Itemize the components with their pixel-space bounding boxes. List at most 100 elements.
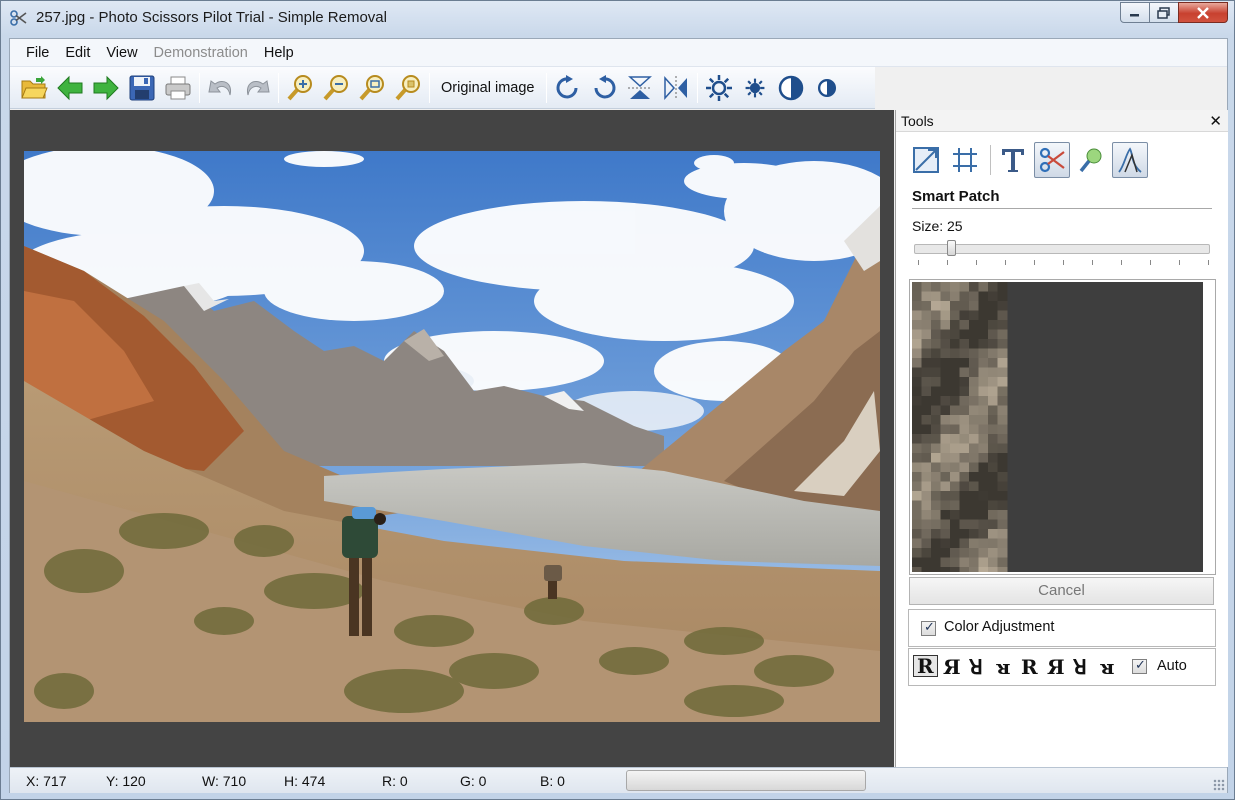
status-y: Y: 120 bbox=[106, 773, 146, 789]
status-bar: X: 717 Y: 120 W: 710 H: 474 R: 0 G: 0 B:… bbox=[10, 767, 1227, 793]
orientation-option-4[interactable]: ᴚ bbox=[995, 657, 1011, 677]
slider-tick bbox=[976, 260, 977, 265]
section-divider bbox=[912, 208, 1212, 209]
orientation-option-5[interactable]: R bbox=[1021, 657, 1038, 677]
toolbar-separator bbox=[429, 72, 430, 103]
status-x: X: 717 bbox=[26, 773, 67, 789]
menu-view[interactable]: View bbox=[98, 41, 145, 65]
orientation-option-8[interactable]: ᴚ bbox=[1099, 657, 1115, 677]
main-toolbar: Original image bbox=[10, 67, 875, 109]
status-height: H: 474 bbox=[284, 773, 326, 789]
auto-checkbox[interactable] bbox=[1132, 657, 1147, 674]
close-button[interactable] bbox=[1178, 2, 1228, 23]
flip-vertical-button[interactable] bbox=[622, 70, 658, 106]
orientation-option-7[interactable]: ꓤ bbox=[1073, 657, 1087, 677]
scissors-icon bbox=[1039, 147, 1065, 173]
menu-edit[interactable]: Edit bbox=[57, 41, 98, 65]
redo-icon bbox=[246, 79, 270, 95]
back-arrow-icon bbox=[57, 75, 83, 100]
client-area: File Edit View Demonstration Help Origin… bbox=[9, 38, 1228, 793]
back-button[interactable] bbox=[52, 70, 88, 106]
resize-tool-button[interactable] bbox=[908, 142, 944, 178]
edited-photo[interactable] bbox=[24, 151, 880, 722]
tools-panel: Tools ✕ Smart Patch Size: 25 Cancel ✓ Co… bbox=[895, 110, 1228, 767]
zoom-in-button[interactable] bbox=[282, 70, 318, 106]
zoom-actual-button[interactable] bbox=[390, 70, 426, 106]
tools-panel-title: Tools bbox=[901, 113, 934, 129]
smart-patch-tool-button[interactable] bbox=[1112, 142, 1148, 178]
minimize-button[interactable] bbox=[1120, 2, 1150, 23]
magic-wand-icon bbox=[1079, 148, 1102, 173]
maximize-icon bbox=[1157, 6, 1170, 19]
color-adjustment-checkbox[interactable] bbox=[921, 619, 936, 636]
save-icon bbox=[129, 75, 155, 100]
original-image-button[interactable]: Original image bbox=[433, 80, 543, 96]
scissors-tool-button[interactable] bbox=[1034, 142, 1070, 178]
zoom-in-icon bbox=[287, 74, 312, 100]
brightness-up-button[interactable] bbox=[701, 70, 737, 106]
resize-grip[interactable] bbox=[1213, 779, 1225, 791]
redo-button[interactable] bbox=[239, 70, 275, 106]
status-red: R: 0 bbox=[382, 773, 408, 789]
flip-horizontal-button[interactable] bbox=[658, 70, 694, 106]
zoom-out-button[interactable] bbox=[318, 70, 354, 106]
print-icon bbox=[165, 76, 191, 99]
print-button[interactable] bbox=[160, 70, 196, 106]
status-width: W: 710 bbox=[202, 773, 247, 789]
slider-tick bbox=[1034, 260, 1035, 265]
tools-panel-close-button[interactable]: ✕ bbox=[1209, 112, 1222, 130]
slider-tick bbox=[1208, 260, 1209, 265]
slider-tick bbox=[918, 260, 919, 265]
auto-label: Auto bbox=[1157, 658, 1187, 674]
size-slider-ticks bbox=[918, 260, 1209, 266]
size-slider-track[interactable] bbox=[914, 244, 1210, 254]
undo-icon bbox=[208, 79, 232, 95]
menu-help[interactable]: Help bbox=[256, 41, 302, 65]
undo-button[interactable] bbox=[203, 70, 239, 106]
open-folder-icon bbox=[21, 75, 48, 98]
rotate-counterclockwise-button[interactable] bbox=[586, 70, 622, 106]
contrast-down-button[interactable] bbox=[809, 70, 845, 106]
flip-horizontal-icon bbox=[663, 75, 687, 100]
cancel-button[interactable]: Cancel bbox=[909, 577, 1214, 605]
color-adjustment-group: Color Adjustment bbox=[908, 609, 1216, 647]
text-tool-button[interactable] bbox=[995, 142, 1031, 178]
rotate-clockwise-button[interactable] bbox=[550, 70, 586, 106]
menu-demonstration[interactable]: Demonstration bbox=[146, 41, 256, 65]
zoom-fit-button[interactable] bbox=[354, 70, 390, 106]
brightness-down-button[interactable] bbox=[737, 70, 773, 106]
size-label: Size: 25 bbox=[912, 218, 963, 234]
slider-tick bbox=[1150, 260, 1151, 265]
maximize-button[interactable] bbox=[1149, 2, 1179, 23]
menu-bar: File Edit View Demonstration Help bbox=[10, 39, 1227, 67]
text-icon bbox=[1002, 149, 1024, 172]
orientation-option-6[interactable]: Я bbox=[1047, 657, 1065, 677]
close-icon bbox=[1197, 6, 1209, 19]
crop-tool-button[interactable] bbox=[947, 142, 983, 178]
slider-tick bbox=[1092, 260, 1093, 265]
slider-tick bbox=[1005, 260, 1006, 265]
status-green: G: 0 bbox=[460, 773, 487, 789]
orientation-option-2[interactable]: Я bbox=[943, 657, 961, 677]
app-window: 257.jpg - Photo Scissors Pilot Trial - S… bbox=[0, 0, 1235, 800]
brightness-up-icon bbox=[705, 74, 732, 101]
orientation-option-1[interactable]: R bbox=[913, 655, 938, 677]
forward-button[interactable] bbox=[88, 70, 124, 106]
title-bar[interactable]: 257.jpg - Photo Scissors Pilot Trial - S… bbox=[1, 1, 1234, 35]
magic-wand-tool-button[interactable] bbox=[1073, 142, 1109, 178]
slider-tick bbox=[947, 260, 948, 265]
save-button[interactable] bbox=[124, 70, 160, 106]
image-canvas[interactable] bbox=[10, 110, 894, 767]
slider-tick bbox=[1179, 260, 1180, 265]
tools-panel-header: Tools ✕ bbox=[896, 110, 1228, 132]
open-button[interactable] bbox=[16, 70, 52, 106]
slider-tick bbox=[1063, 260, 1064, 265]
contrast-up-button[interactable] bbox=[773, 70, 809, 106]
progress-bar bbox=[626, 770, 866, 791]
size-slider-thumb[interactable] bbox=[947, 240, 957, 256]
menu-file[interactable]: File bbox=[18, 41, 57, 65]
flip-vertical-icon bbox=[627, 75, 652, 99]
patch-preview bbox=[912, 282, 1203, 572]
orientation-option-3[interactable]: ꓤ bbox=[969, 657, 983, 677]
slider-tick bbox=[1121, 260, 1122, 265]
